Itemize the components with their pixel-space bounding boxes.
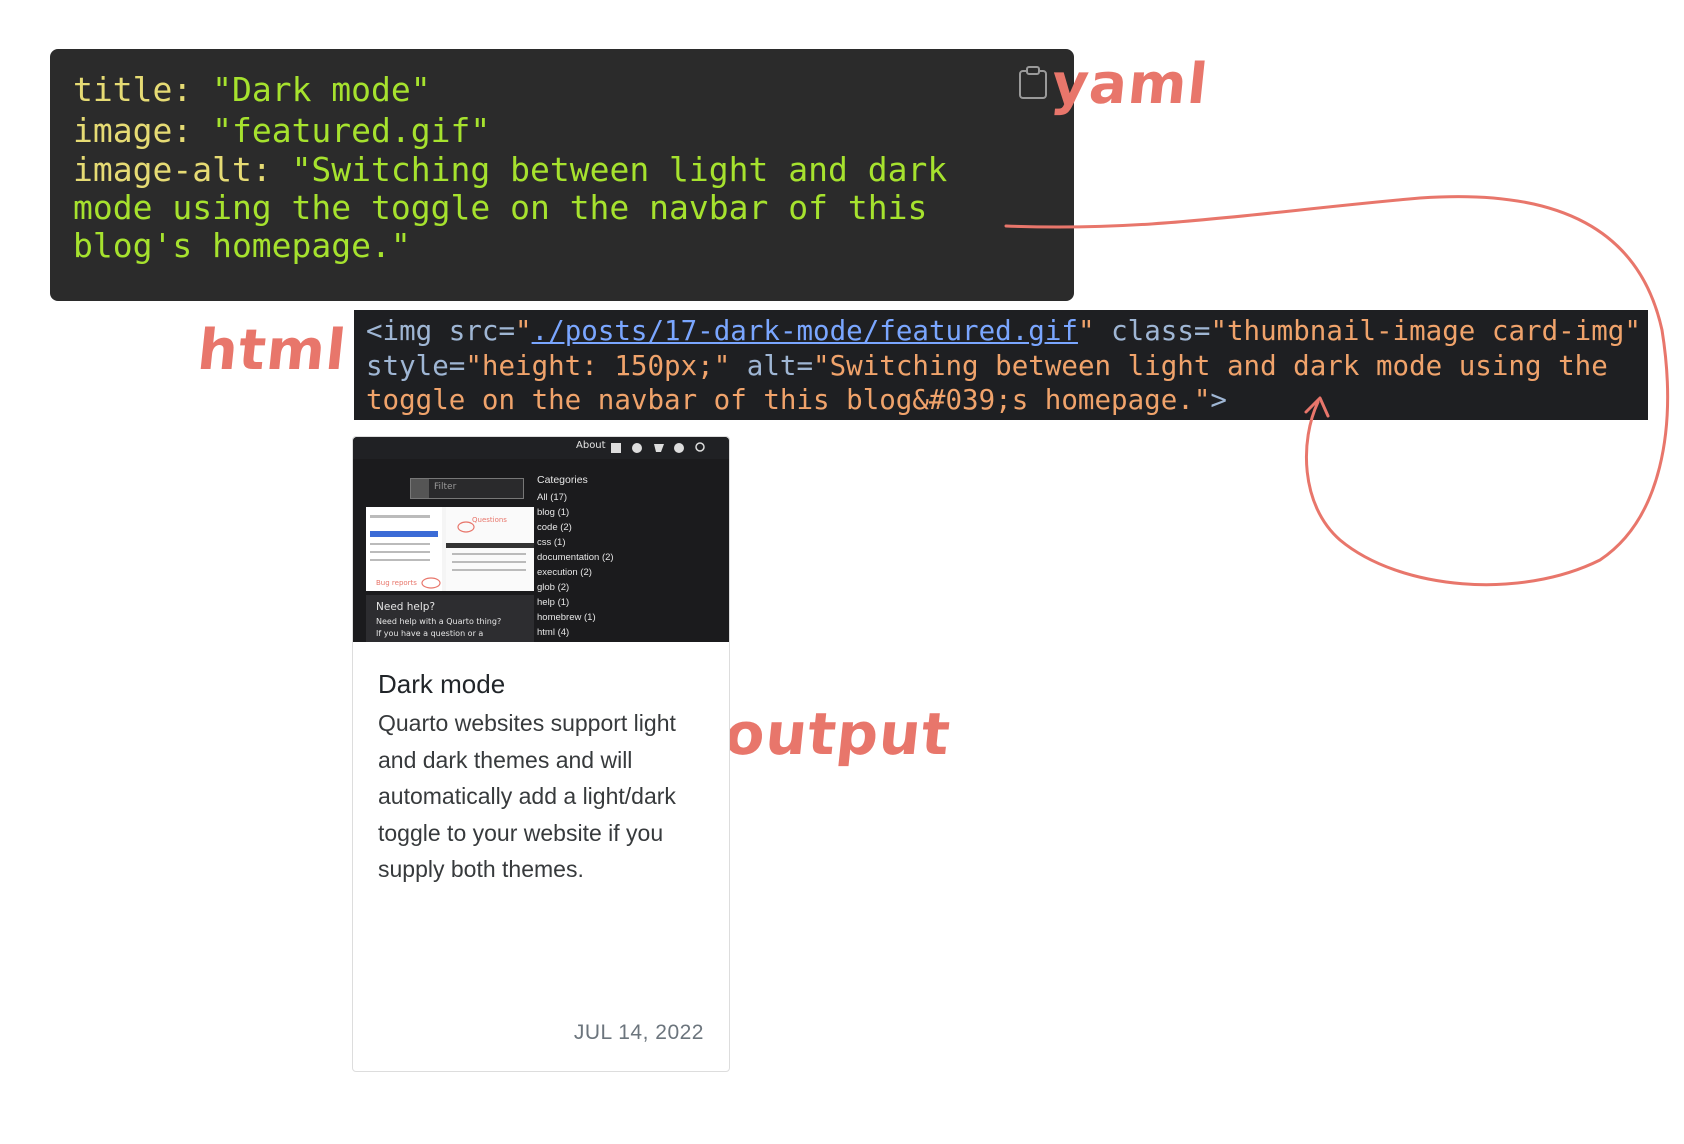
thumb-filter-search-icon <box>411 479 429 498</box>
github-icon <box>632 443 642 453</box>
thumb-help-text: Need help with a Quarto thing? If you ha… <box>376 617 502 642</box>
card-date: JUL 14, 2022 <box>573 1021 704 1044</box>
card-thumbnail: About Filter Questions Bug reports Need … <box>353 437 729 642</box>
thumb-help-box: Need help? Need help with a Quarto thing… <box>366 595 534 642</box>
thumb-shot-label-bugs: Bug reports <box>376 579 417 587</box>
rss-icon <box>611 443 621 453</box>
thumb-category-item: help (1) <box>537 597 570 608</box>
thumb-category-item: html (4) <box>537 627 570 638</box>
theme-toggle-icon <box>674 443 684 453</box>
thumb-category-item: glob (2) <box>537 582 570 593</box>
card-title[interactable]: Dark mode <box>378 669 505 700</box>
annotation-arrow <box>1004 195 1670 587</box>
thumb-category-item: All (17) <box>537 492 568 503</box>
thumb-categories: Categories All (17) blog (1) code (2) cs… <box>537 473 687 640</box>
thumb-categories-title: Categories <box>537 474 588 486</box>
thumb-category-item: documentation (2) <box>537 552 614 563</box>
thumb-category-item: execution (2) <box>537 567 592 578</box>
thumb-nav-about: About <box>576 440 606 451</box>
thumb-category-item: homebrew (1) <box>537 612 596 623</box>
search-icon <box>695 442 705 452</box>
thumb-nav-icons <box>611 442 705 453</box>
card-description: Quarto websites support light and dark t… <box>378 710 676 882</box>
post-card[interactable]: About Filter Questions Bug reports Need … <box>352 436 730 1072</box>
thumb-help-title: Need help? <box>376 601 436 613</box>
thumb-category-item: css (1) <box>537 537 566 548</box>
twitter-icon <box>654 444 664 452</box>
thumb-shot-label-questions: Questions <box>472 516 507 524</box>
thumb-filter-input: Filter <box>410 478 524 499</box>
thumb-filter-placeholder: Filter <box>434 482 457 492</box>
thumb-category-item: code (2) <box>537 522 572 533</box>
thumb-screenshot: Questions Bug reports <box>366 507 534 591</box>
thumb-category-item: blog (1) <box>537 507 570 518</box>
